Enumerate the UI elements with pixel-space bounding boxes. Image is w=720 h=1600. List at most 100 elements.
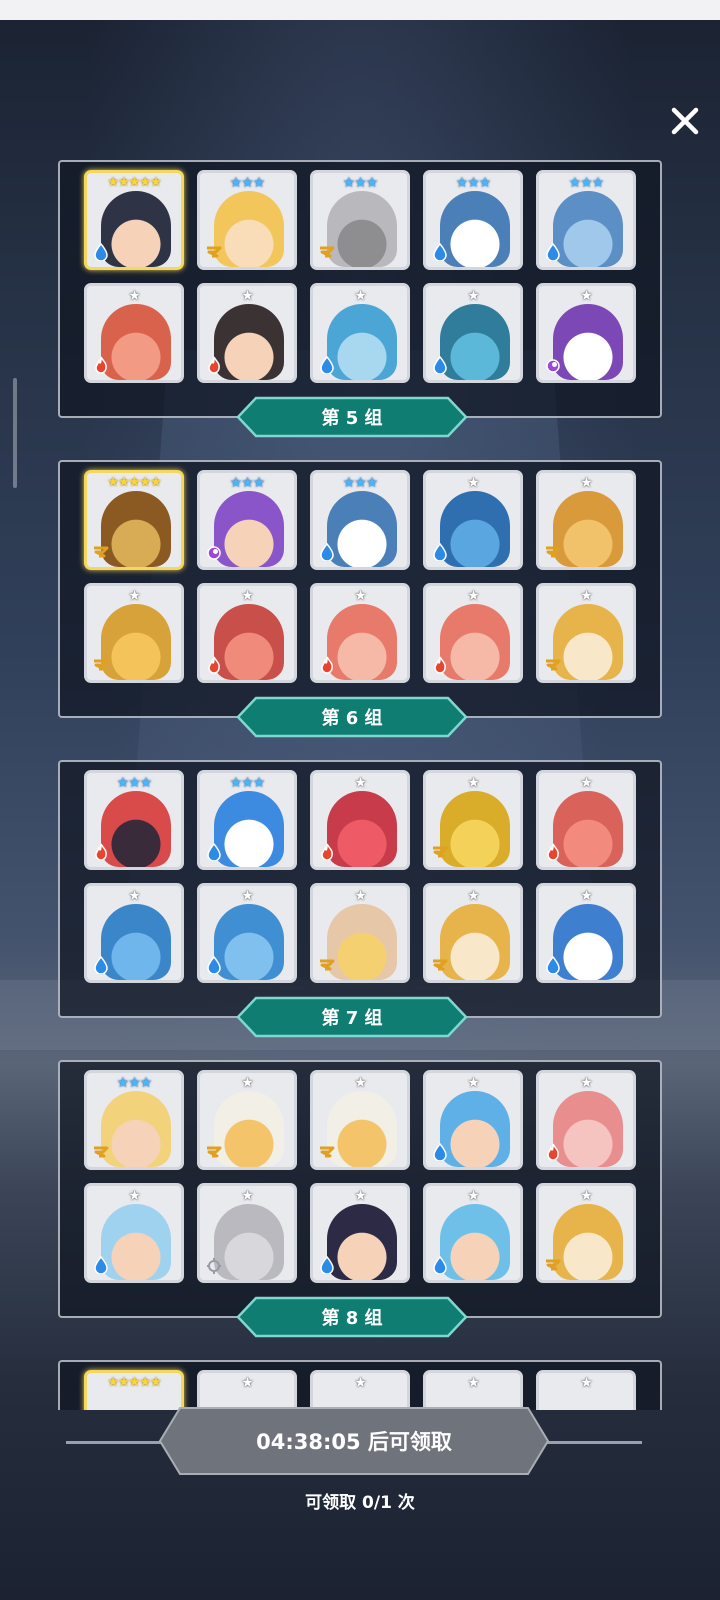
hero-card[interactable]: ★ — [310, 1183, 410, 1283]
hero-portrait — [440, 304, 510, 380]
hero-card[interactable]: ★ — [423, 1070, 523, 1170]
claim-button[interactable]: 04:38:05 后可领取 — [158, 1406, 550, 1476]
water-drop-icon — [92, 956, 110, 974]
hero-card[interactable]: ★★★★★ — [84, 170, 184, 270]
hero-card[interactable]: ★ — [310, 1370, 410, 1410]
hero-card[interactable]: ★★★ — [423, 170, 523, 270]
star-rating: ★★★ — [342, 175, 379, 191]
hero-grid: ★★★ ★ ★ ★ ★ ★ ★ ★ ★ ★ — [84, 1070, 636, 1283]
water-drop-icon — [92, 243, 110, 261]
hero-grid: ★★★★★ ★★★ ★★★ ★ ★ ★ ★ ★ ★ ★ — [84, 470, 636, 683]
hero-card[interactable]: ★ — [84, 1183, 184, 1283]
hero-card[interactable]: ★ — [536, 1183, 636, 1283]
star-rating: ★ — [128, 888, 141, 904]
fire-icon — [431, 656, 449, 674]
hero-portrait — [440, 191, 510, 267]
hero-card[interactable]: ★ — [423, 283, 523, 383]
star-rating: ★ — [241, 288, 254, 304]
star-rating: ★★★★★ — [107, 175, 161, 190]
hero-card[interactable]: ★ — [423, 583, 523, 683]
star-rating: ★ — [467, 1188, 480, 1204]
wind-icon — [318, 243, 336, 261]
wind-icon — [544, 543, 562, 561]
group-list[interactable]: ★★★★★ ★★★ ★★★ ★★★ ★★★ ★ ★ ★ ★ ★ 第 5 组 ★★★★★ ★★★ ★★★ ★… — [0, 150, 720, 1410]
hero-portrait — [440, 604, 510, 680]
group-label-banner: 第 7 组 — [236, 996, 468, 1038]
wind-icon — [431, 843, 449, 861]
hero-card[interactable]: ★ — [423, 1183, 523, 1283]
star-rating: ★ — [580, 1075, 593, 1091]
water-drop-icon — [205, 956, 223, 974]
hero-portrait — [553, 604, 623, 680]
dark-orb-icon — [205, 543, 223, 561]
hero-grid: ★★★★★ ★★★ ★★★ ★★★ ★★★ ★ ★ ★ ★ ★ — [84, 170, 636, 383]
hero-card[interactable]: ★★★ — [197, 170, 297, 270]
hero-card[interactable]: ★ — [310, 883, 410, 983]
hero-card[interactable]: ★★★ — [536, 170, 636, 270]
hero-card[interactable]: ★ — [423, 470, 523, 570]
hero-portrait — [553, 904, 623, 980]
star-rating: ★ — [241, 888, 254, 904]
group-label-text: 第 6 组 — [321, 708, 383, 729]
claim-divider-right — [542, 1441, 642, 1444]
hero-group-panel: ★★★ ★ ★ ★ ★ ★ ★ ★ ★ ★ — [58, 1060, 662, 1318]
hero-card[interactable]: ★ — [84, 283, 184, 383]
hero-card[interactable]: ★★★ — [197, 470, 297, 570]
hero-card[interactable]: ★ — [423, 770, 523, 870]
hero-card[interactable]: ★ — [536, 1070, 636, 1170]
star-rating: ★★★ — [568, 175, 605, 191]
hero-card[interactable]: ★ — [423, 883, 523, 983]
hero-portrait — [101, 491, 171, 567]
star-rating: ★ — [354, 1075, 367, 1091]
hero-portrait — [440, 491, 510, 567]
hero-card[interactable]: ★★★ — [310, 170, 410, 270]
hero-card[interactable]: ★★★ — [197, 770, 297, 870]
star-rating: ★★★ — [116, 775, 153, 791]
hero-portrait — [327, 491, 397, 567]
fire-icon — [318, 656, 336, 674]
hero-card[interactable]: ★★★ — [84, 1070, 184, 1170]
hero-card[interactable]: ★ — [84, 883, 184, 983]
hero-card[interactable]: ★★★ — [310, 470, 410, 570]
star-rating: ★★★ — [229, 475, 266, 491]
hero-card[interactable]: ★ — [536, 470, 636, 570]
claim-bar: 04:38:05 后可领取 — [66, 1406, 642, 1476]
hero-card[interactable]: ★★★ — [84, 770, 184, 870]
fire-icon — [205, 656, 223, 674]
star-rating: ★ — [241, 588, 254, 604]
hero-portrait — [440, 1204, 510, 1280]
hero-portrait — [327, 604, 397, 680]
close-button[interactable] — [662, 98, 708, 144]
hero-card[interactable]: ★★★★★ — [84, 470, 184, 570]
hero-portrait — [553, 191, 623, 267]
hero-card[interactable]: ★ — [197, 583, 297, 683]
star-rating: ★ — [467, 288, 480, 304]
hero-card[interactable]: ★ — [197, 1070, 297, 1170]
dark-orb-icon — [544, 356, 562, 374]
hero-card[interactable]: ★ — [310, 1070, 410, 1170]
hero-card[interactable]: ★ — [423, 1370, 523, 1410]
hero-card[interactable]: ★ — [197, 1370, 297, 1410]
hero-card[interactable]: ★ — [536, 283, 636, 383]
wind-icon — [92, 656, 110, 674]
hero-card[interactable]: ★ — [310, 770, 410, 870]
star-rating: ★ — [580, 288, 593, 304]
hero-card[interactable]: ★ — [536, 883, 636, 983]
hero-portrait — [214, 1091, 284, 1167]
hero-card[interactable]: ★ — [536, 583, 636, 683]
claim-count-label: 可领取 0/1 次 — [305, 1493, 415, 1513]
hero-card[interactable]: ★ — [84, 583, 184, 683]
hero-card[interactable]: ★ — [310, 283, 410, 383]
water-drop-icon — [544, 956, 562, 974]
fire-icon — [92, 843, 110, 861]
hero-card[interactable]: ★ — [197, 1183, 297, 1283]
hero-card[interactable]: ★ — [310, 583, 410, 683]
hero-card[interactable]: ★ — [536, 770, 636, 870]
hero-card[interactable]: ★ — [536, 1370, 636, 1410]
hero-card[interactable]: ★★★★★ — [84, 1370, 184, 1410]
star-rating: ★ — [580, 1375, 593, 1391]
fire-icon — [92, 356, 110, 374]
hero-card[interactable]: ★ — [197, 283, 297, 383]
hero-card[interactable]: ★ — [197, 883, 297, 983]
star-rating: ★★★ — [455, 175, 492, 191]
